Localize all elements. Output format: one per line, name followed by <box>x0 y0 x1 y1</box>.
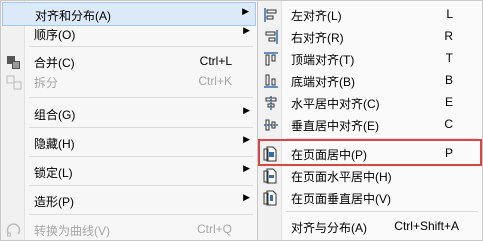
menu-item-shortcut: C <box>444 117 453 131</box>
align-left-icon <box>263 7 279 23</box>
align-horizontal-center-icon <box>263 95 279 111</box>
menu-item-align-left[interactable]: 左对齐(L) L <box>259 3 481 27</box>
align-right-icon <box>263 29 279 45</box>
menu-item-label: 组合(G) <box>34 108 76 122</box>
menu-item-align-and-distribute-dialog[interactable]: 对齐与分布(A) Ctrl+Shift+A <box>259 215 481 239</box>
menu-item-label: 转换为曲线(V) <box>34 224 110 238</box>
align-bottom-icon <box>263 73 279 89</box>
menu-item-center-horizontally-on-page[interactable]: 在页面水平居中(H) <box>259 164 481 188</box>
menu-separator <box>29 46 253 47</box>
menu-item-shortcut: Ctrl+K <box>198 74 232 88</box>
menu-item-label: 右对齐(R) <box>291 31 344 45</box>
align-distribute-submenu: 左对齐(L) L 右对齐(R) R 顶端对齐(T) T 底端对齐(B) B 水平… <box>257 0 483 241</box>
menu-item-label: 顺序(O) <box>34 28 76 42</box>
center-vertically-on-page-icon <box>263 190 279 206</box>
menu-separator <box>29 156 253 157</box>
menu-item-align-bottom[interactable]: 底端对齐(B) B <box>259 69 481 93</box>
menu-item-label: 在页面垂直居中(V) <box>291 192 391 206</box>
menu-item-hide[interactable]: 隐藏(H) ▶ <box>2 131 256 155</box>
align-vertical-center-icon <box>263 117 279 133</box>
center-to-page-icon <box>263 146 279 162</box>
menu-item-label: 顶端对齐(T) <box>291 53 355 67</box>
submenu-arrow-icon: ▶ <box>243 25 250 35</box>
menu-item-align-vertical-center[interactable]: 垂直居中对齐(E) C <box>259 113 481 137</box>
menu-item-label: 在页面居中(P) <box>291 148 367 162</box>
menu-item-shortcut: Ctrl+L <box>199 54 232 68</box>
menu-separator <box>29 214 253 215</box>
menu-item-label: 造形(P) <box>34 195 74 209</box>
align-top-icon <box>263 51 279 67</box>
menu-item-shortcut: Ctrl+Q <box>196 222 232 236</box>
menu-item-label: 垂直居中对齐(E) <box>291 119 379 133</box>
context-menu: 对齐和分布(A) ▶ 顺序(O) ▶ 合并(C) Ctrl+L 拆分 Ctrl+… <box>0 0 258 241</box>
menu-item-label: 水平居中对齐(C) <box>291 97 380 111</box>
menu-item-center-to-page[interactable]: 在页面居中(P) P <box>259 142 481 166</box>
menu-separator <box>29 185 253 186</box>
menu-item-shortcut: T <box>445 51 453 65</box>
menu-item-align-top[interactable]: 顶端对齐(T) T <box>259 47 481 71</box>
menu-item-label: 对齐与分布(A) <box>291 221 367 235</box>
submenu-arrow-icon: ▶ <box>243 105 250 115</box>
combine-icon <box>6 54 22 70</box>
menu-item-label: 拆分 <box>34 76 59 90</box>
menu-item-group[interactable]: 组合(G) ▶ <box>2 102 256 126</box>
menu-separator <box>286 138 478 139</box>
menu-item-shortcut: E <box>444 95 453 109</box>
center-horizontally-on-page-icon <box>263 168 279 184</box>
menu-item-shaping[interactable]: 造形(P) ▶ <box>2 189 256 213</box>
menu-item-label: 底端对齐(B) <box>291 75 355 89</box>
menu-item-label: 在页面水平居中(H) <box>291 170 392 184</box>
menu-separator <box>29 127 253 128</box>
menu-item-center-vertically-on-page[interactable]: 在页面垂直居中(V) <box>259 186 481 210</box>
menu-item-label: 合并(C) <box>34 56 75 70</box>
menu-item-label: 隐藏(H) <box>34 137 75 151</box>
menu-item-convert-to-curves: 转换为曲线(V) Ctrl+Q <box>2 218 256 241</box>
menu-item-align-horizontal-center[interactable]: 水平居中对齐(C) E <box>259 91 481 115</box>
menu-item-shortcut: P <box>444 146 453 160</box>
menu-separator <box>29 97 253 98</box>
menu-separator <box>286 211 478 212</box>
submenu-arrow-icon: ▶ <box>242 6 249 16</box>
menu-item-shortcut: B <box>444 73 453 87</box>
menu-item-order[interactable]: 顺序(O) ▶ <box>2 22 256 46</box>
menu-item-label: 锁定(L) <box>34 166 73 180</box>
menu-item-lock[interactable]: 锁定(L) ▶ <box>2 160 256 184</box>
submenu-arrow-icon: ▶ <box>243 163 250 173</box>
menu-item-align-right[interactable]: 右对齐(R) R <box>259 25 481 49</box>
submenu-arrow-icon: ▶ <box>243 192 250 202</box>
menu-item-shortcut: R <box>444 29 453 43</box>
convert-to-curves-icon <box>6 222 22 238</box>
menu-item-shortcut: L <box>446 7 453 21</box>
menu-item-shortcut: Ctrl+Shift+A <box>394 219 459 233</box>
menu-item-break-apart: 拆分 Ctrl+K <box>2 70 256 94</box>
submenu-arrow-icon: ▶ <box>243 134 250 144</box>
menu-item-label: 左对齐(L) <box>291 9 342 23</box>
break-apart-icon <box>6 74 22 90</box>
